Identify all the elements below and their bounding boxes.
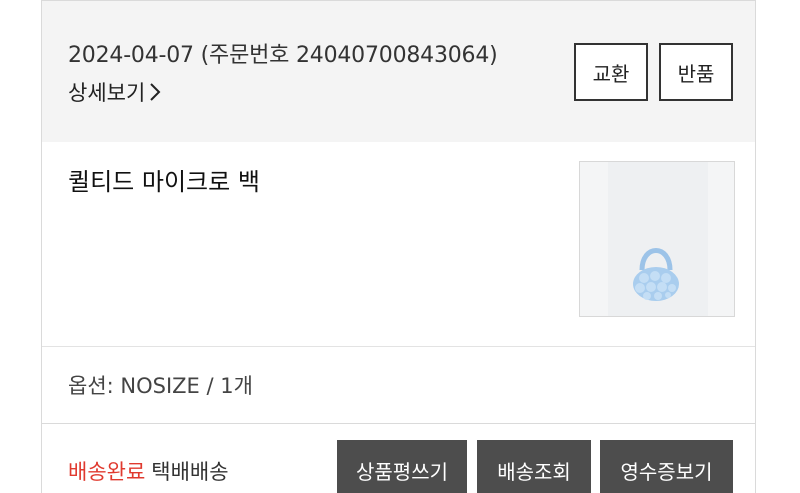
track-delivery-button[interactable]: 배송조회	[477, 440, 591, 493]
view-receipt-button[interactable]: 영수증보기	[600, 440, 733, 493]
chevron-right-icon	[150, 83, 161, 101]
detail-link[interactable]: 상세보기	[68, 77, 161, 107]
product-name[interactable]: 퀼티드 마이크로 백	[68, 162, 260, 197]
order-header: 2024-04-07 (주문번호 24040700843064) 상세보기 교환…	[42, 0, 755, 142]
write-review-button[interactable]: 상품평쓰기	[337, 440, 467, 493]
product-option: 옵션: NOSIZE / 1개	[68, 374, 253, 398]
order-card: 2024-04-07 (주문번호 24040700843064) 상세보기 교환…	[41, 0, 756, 493]
delivery-status: 배송완료 택배배송	[68, 456, 229, 486]
divider	[42, 346, 755, 347]
exchange-button[interactable]: 교환	[574, 43, 648, 101]
order-info: 2024-04-07 (주문번호 24040700843064)	[68, 37, 498, 69]
product-thumbnail[interactable]	[579, 161, 735, 317]
delivery-status-label: 배송완료	[68, 460, 146, 484]
detail-link-label: 상세보기	[68, 81, 146, 105]
order-date: 2024-04-07	[68, 43, 194, 68]
divider	[42, 423, 755, 424]
return-button[interactable]: 반품	[659, 43, 733, 101]
delivery-method: 택배배송	[151, 460, 229, 484]
order-number: (주문번호 24040700843064)	[200, 43, 498, 68]
product-image	[580, 162, 734, 316]
